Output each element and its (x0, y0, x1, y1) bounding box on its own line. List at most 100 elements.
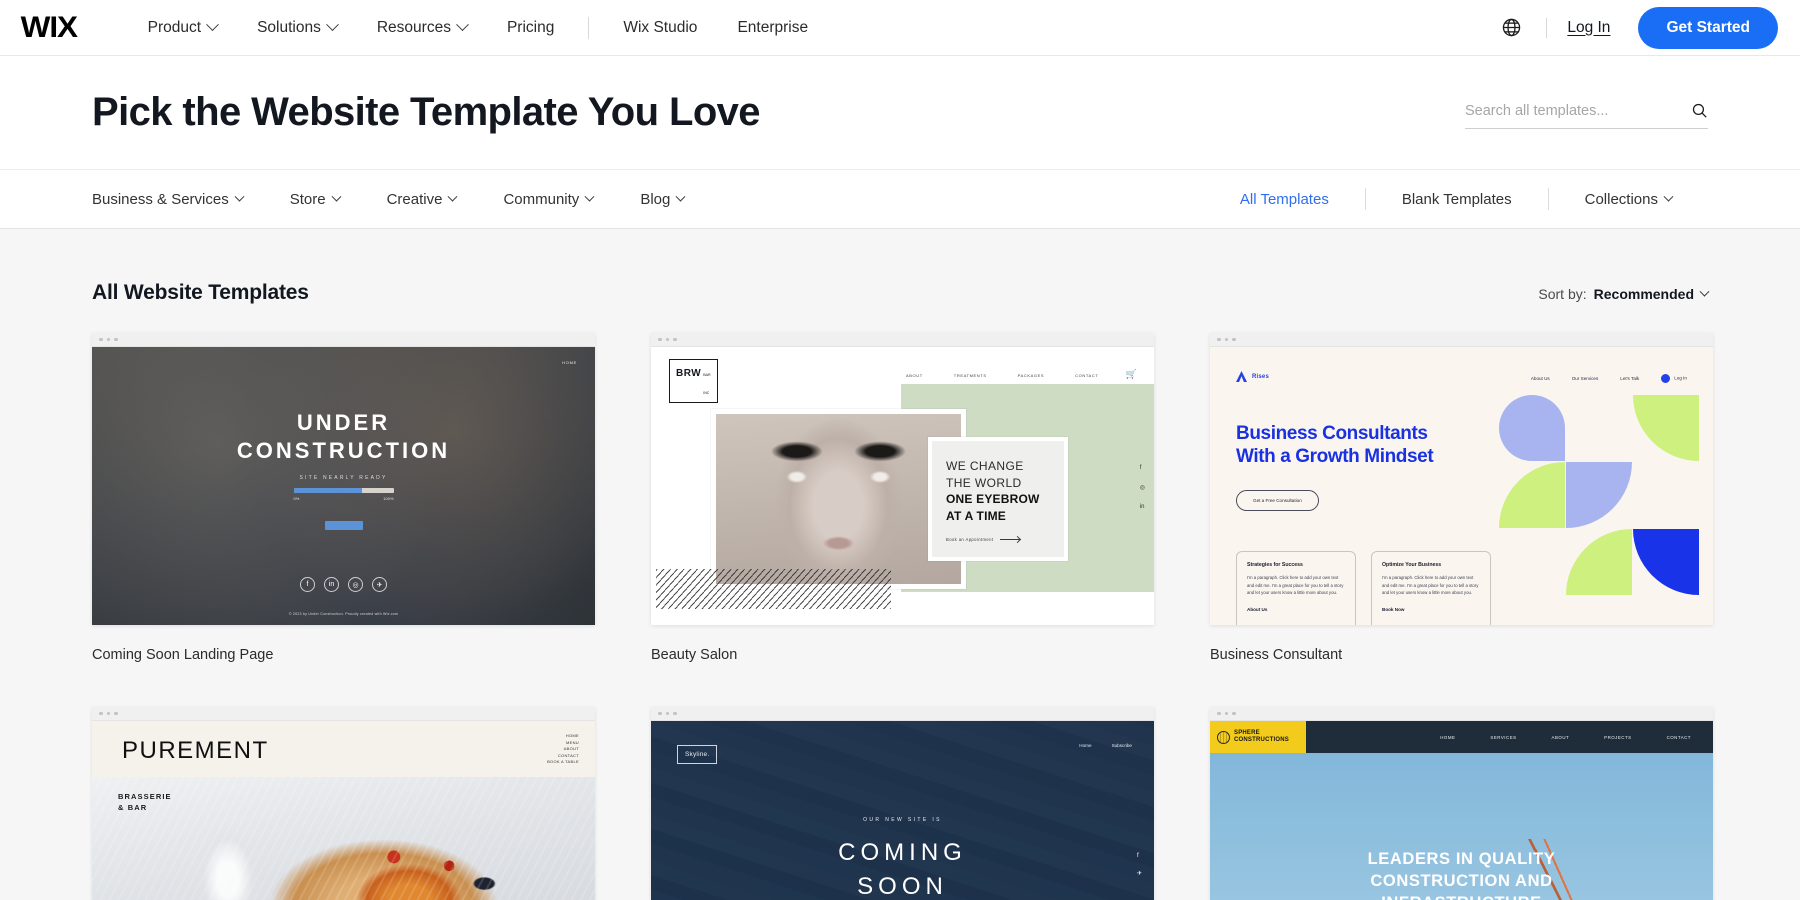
preview-nav-item: ABOUT (563, 746, 579, 752)
preview-nav: ABOUT TREATMENTS PACKAGES CONTACT (906, 373, 1098, 378)
preview-headline: Business Consultants With a Growth Minds… (1236, 422, 1486, 468)
thumbnail-body: PUREMENT HOME MENU ABOUT CONTACT BOOK A … (92, 721, 595, 900)
preview-headline-4: AT A TIME (946, 508, 1007, 523)
preview-logo-sub1: BAR (703, 373, 711, 377)
nav-item-label: Product (147, 18, 202, 36)
get-started-button[interactable]: Get Started (1638, 6, 1778, 49)
browser-chrome (651, 333, 1154, 347)
template-thumbnail[interactable]: PUREMENT HOME MENU ABOUT CONTACT BOOK A … (92, 707, 595, 900)
top-header: WIX Product Solutions Resources Pricing … (0, 0, 1800, 56)
chrome-dot-icon (1217, 337, 1221, 342)
template-thumbnail[interactable]: BRW BAR INC ABOUT TREATMENTS PACKAGES CO… (651, 333, 1154, 625)
shape-icon (1633, 395, 1699, 461)
preview-nav-item: Our Services (1571, 376, 1599, 381)
preview-sphere-constructions: SPHERE CONSTRUCTIONS HOME SERVICES ABOUT… (1210, 721, 1713, 900)
preview-nav-item: HOME (1440, 734, 1456, 740)
chrome-dot-icon (99, 711, 103, 716)
brand-mark-icon (1236, 371, 1247, 382)
template-thumbnail[interactable]: HOME UNDER CONSTRUCTION SITE NEARLY READ… (92, 333, 595, 625)
shape-icon (1633, 529, 1699, 595)
category-business-services[interactable]: Business & Services (92, 191, 245, 208)
filter-collections[interactable]: Collections (1549, 191, 1708, 208)
template-card-sphere-constructions[interactable]: SPHERE CONSTRUCTIONS HOME SERVICES ABOUT… (1210, 707, 1713, 900)
wix-logo[interactable]: WIX (21, 11, 78, 45)
category-label: Creative (386, 190, 443, 208)
search-icon[interactable] (1691, 102, 1708, 119)
category-bar: Business & Services Store Creative Commu… (0, 169, 1800, 229)
preview-nav-item: PROJECTS (1604, 734, 1632, 740)
instagram-icon: ◎ (1139, 485, 1145, 491)
login-link[interactable]: Log In (1561, 15, 1616, 41)
preview-nav-item: TREATMENTS (953, 373, 987, 378)
preview-headline-2: CONSTRUCTION AND (1370, 871, 1553, 890)
chevron-down-icon (584, 191, 595, 202)
template-thumbnail[interactable]: Skyline. Home Subscribe OUR NEW SITE IS … (651, 707, 1154, 900)
templates-grid: HOME UNDER CONSTRUCTION SITE NEARLY READ… (92, 333, 1713, 900)
search-input[interactable] (1465, 102, 1691, 119)
thumbnail-body: Skyline. Home Subscribe OUR NEW SITE IS … (651, 721, 1154, 900)
preview-login-label: Log In (1674, 375, 1687, 381)
preview-headline-2: With a Growth Mindset (1236, 446, 1434, 468)
template-label: Business Consultant (1210, 647, 1343, 663)
chrome-dot-icon (1224, 711, 1228, 716)
nav-item-wix-studio[interactable]: Wix Studio (603, 13, 717, 43)
nav-item-solutions[interactable]: Solutions (237, 13, 357, 43)
browser-chrome (92, 333, 595, 347)
filter-blank-templates[interactable]: Blank Templates (1366, 191, 1548, 208)
template-card-purement[interactable]: PUREMENT HOME MENU ABOUT CONTACT BOOK A … (92, 707, 595, 900)
template-thumbnail[interactable]: Rises About Us Our Services Let's Talk L… (1210, 333, 1713, 625)
category-community[interactable]: Community (503, 191, 595, 208)
info-card-link: Book Now (1382, 606, 1405, 612)
preview-nav-item: CONTACT (1666, 734, 1691, 740)
category-blog[interactable]: Blog (640, 191, 686, 208)
template-card-skyline[interactable]: Skyline. Home Subscribe OUR NEW SITE IS … (651, 707, 1154, 900)
filter-links: All Templates Blank Templates Collection… (1204, 188, 1708, 210)
browser-chrome (651, 707, 1154, 721)
nav-item-pricing[interactable]: Pricing (487, 13, 574, 43)
thumbnail-body: SPHERE CONSTRUCTIONS HOME SERVICES ABOUT… (1210, 721, 1713, 900)
chrome-dot-icon (106, 337, 110, 342)
chrome-dot-icon (1217, 711, 1221, 716)
preview-business-consultant: Rises About Us Our Services Let's Talk L… (1210, 347, 1713, 625)
template-card-business-consultant[interactable]: Rises About Us Our Services Let's Talk L… (1210, 333, 1713, 707)
filter-label: Collections (1584, 190, 1658, 208)
preview-nav-item: CONTACT (1075, 373, 1099, 378)
thumbnail-body: HOME UNDER CONSTRUCTION SITE NEARLY READ… (92, 347, 595, 625)
arrow-right-icon (1000, 539, 1021, 541)
category-creative[interactable]: Creative (386, 190, 458, 208)
preview-login: Log In (1661, 374, 1687, 383)
preview-cta: Book an Appointment (946, 537, 1050, 542)
chevron-down-icon (325, 18, 339, 32)
category-store[interactable]: Store (290, 191, 342, 208)
chrome-dot-icon (1224, 337, 1228, 342)
template-card-coming-soon-landing-page[interactable]: HOME UNDER CONSTRUCTION SITE NEARLY READ… (92, 333, 595, 707)
shape-icon (1499, 395, 1565, 461)
header-actions: Log In Get Started (1491, 6, 1778, 49)
preview-social-icons: f ◎ in (1140, 465, 1145, 510)
filter-all-templates[interactable]: All Templates (1204, 191, 1365, 208)
globe-icon[interactable] (1491, 13, 1532, 42)
main-navigation: Product Solutions Resources Pricing Wix … (128, 13, 828, 43)
search-bar[interactable] (1465, 102, 1708, 129)
template-card-beauty-salon[interactable]: BRW BAR INC ABOUT TREATMENTS PACKAGES CO… (651, 333, 1154, 707)
sort-dropdown[interactable]: Sort by: Recommended (1538, 286, 1710, 302)
nav-item-product[interactable]: Product (128, 13, 237, 43)
preview-purement: PUREMENT HOME MENU ABOUT CONTACT BOOK A … (92, 721, 595, 900)
chevron-down-icon (448, 191, 458, 202)
nav-item-resources[interactable]: Resources (357, 13, 487, 43)
preview-under-construction: HOME UNDER CONSTRUCTION SITE NEARLY READ… (92, 347, 595, 625)
preview-progress-labels: 0% 100% (294, 496, 394, 501)
chevron-down-icon (1699, 286, 1710, 297)
preview-logo: Skyline. (677, 745, 718, 764)
page-title: Pick the Website Template You Love (92, 90, 761, 134)
nav-item-enterprise[interactable]: Enterprise (717, 13, 828, 43)
info-card-title: Strategies for Success (1247, 562, 1303, 569)
preview-headline-3: ONE EYEBROW (946, 492, 1040, 507)
template-thumbnail[interactable]: SPHERE CONSTRUCTIONS HOME SERVICES ABOUT… (1210, 707, 1713, 900)
preview-headline-1: Business Consultants (1236, 423, 1428, 444)
preview-nav-item: SERVICES (1490, 734, 1517, 740)
preview-nav-item: PACKAGES (1017, 373, 1045, 378)
preview-nav: HOME MENU ABOUT CONTACT BOOK A TABLE (547, 733, 579, 766)
filter-label: All Templates (1239, 190, 1329, 208)
preview-subtitle-2: & BAR (118, 803, 148, 813)
